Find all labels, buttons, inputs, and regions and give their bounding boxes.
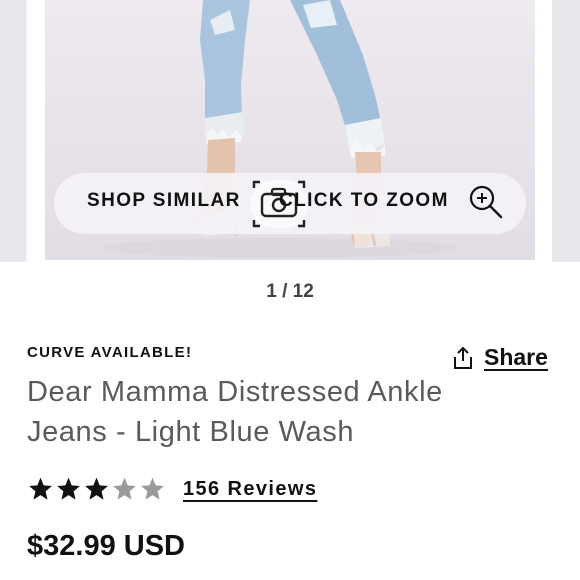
product-price: $32.99 USD bbox=[27, 530, 185, 562]
star-empty-icon bbox=[141, 477, 164, 500]
share-label[interactable]: Share bbox=[484, 344, 548, 371]
star-filled-icon bbox=[29, 477, 52, 500]
share-button[interactable]: Share bbox=[452, 344, 548, 371]
product-image-gallery[interactable]: SHOP SIMILAR CLICK TO ZOOM bbox=[0, 0, 580, 262]
star-rating bbox=[27, 476, 167, 502]
reviews-link[interactable]: 156 Reviews bbox=[183, 478, 317, 501]
click-to-zoom-button[interactable]: CLICK TO ZOOM bbox=[279, 190, 449, 212]
rating-row[interactable]: 156 Reviews bbox=[27, 476, 317, 502]
shop-similar-button[interactable]: SHOP SIMILAR bbox=[87, 190, 241, 212]
share-icon bbox=[454, 346, 472, 369]
image-pager: 1 / 12 bbox=[266, 281, 314, 302]
star-empty-icon bbox=[113, 477, 136, 500]
zoom-in-icon[interactable] bbox=[467, 183, 505, 221]
star-filled-icon bbox=[57, 477, 80, 500]
next-image-peek[interactable] bbox=[552, 0, 580, 262]
previous-image-peek[interactable] bbox=[0, 0, 27, 262]
star-filled-icon bbox=[85, 477, 108, 500]
curve-available-badge: CURVE AVAILABLE! bbox=[27, 344, 193, 361]
product-title: Dear Mamma Distressed Ankle Jeans - Ligh… bbox=[27, 376, 443, 448]
